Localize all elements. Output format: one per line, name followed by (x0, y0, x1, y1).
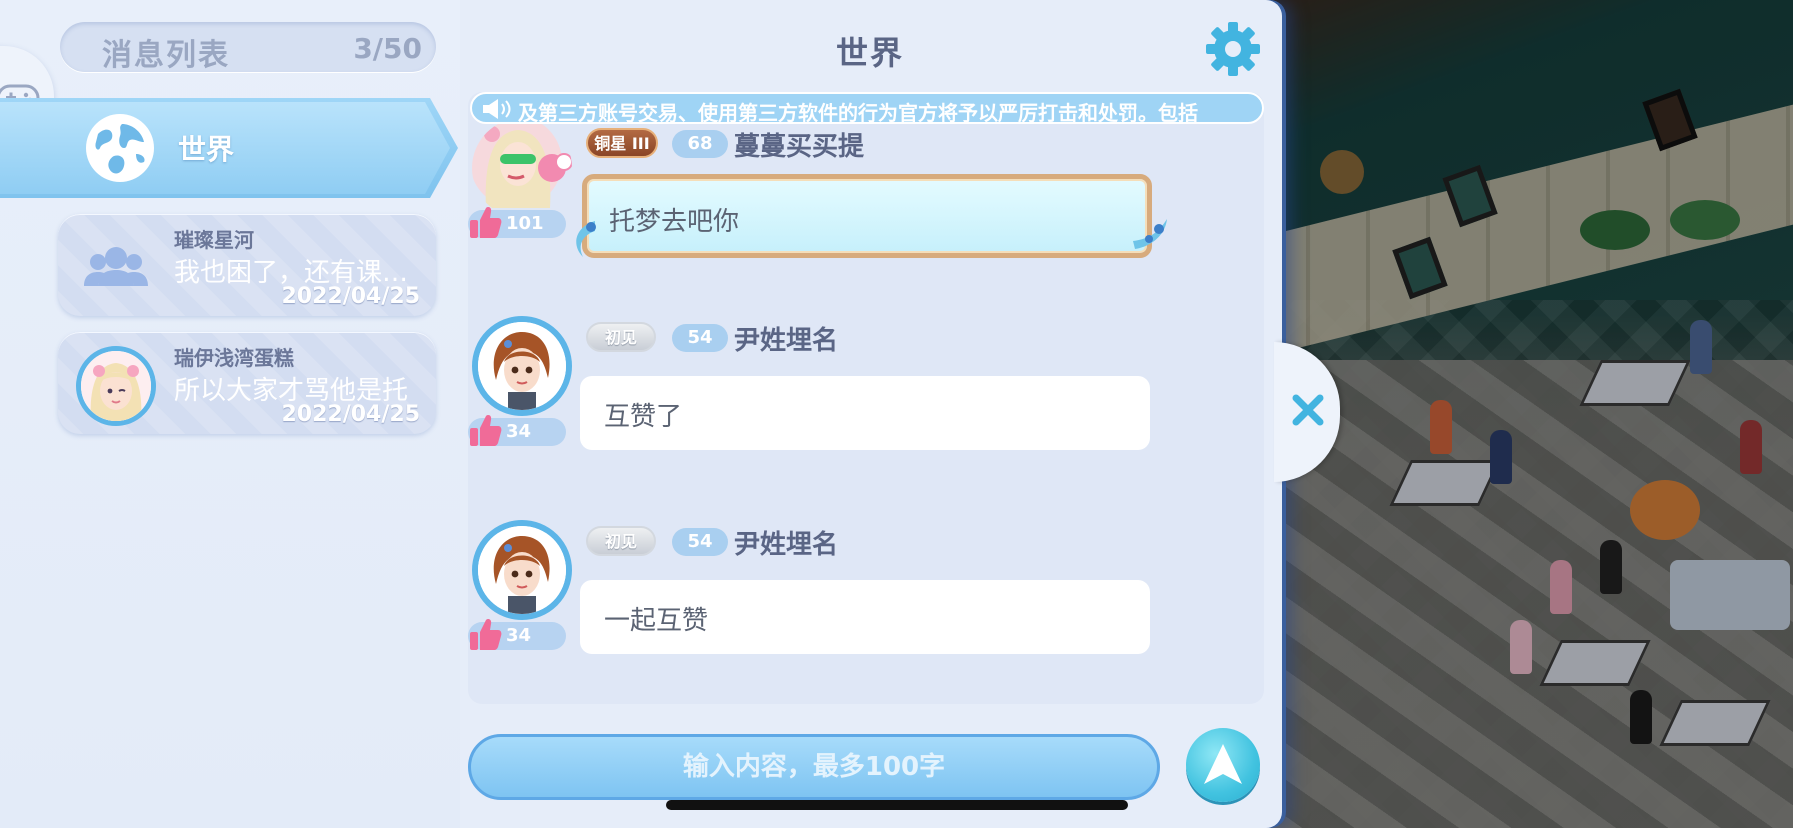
thumbs-up-icon (470, 415, 502, 446)
peacock-feather-decoration-icon (576, 221, 596, 257)
conversation-sidebar: 消息列表 3/50 世界 璀璨星河 我也困了，还有课… 2022/04/25 瑞… (0, 0, 460, 828)
message-bubble[interactable]: 一起互赞 (580, 580, 1150, 654)
level-badge: 68 (672, 130, 728, 158)
thumbs-up-icon (470, 619, 502, 650)
conversation-date: 2022/04/25 (281, 402, 420, 427)
like-counter[interactable]: 34 (468, 619, 566, 650)
message-bubble[interactable]: 托梦去吧你 (576, 174, 1167, 258)
sender-name[interactable]: 蔓蔓买买提 (734, 126, 864, 163)
send-button[interactable] (1186, 728, 1260, 802)
level-badge: 54 (672, 324, 728, 352)
girl-avatar-icon (81, 351, 151, 421)
message-list-count: 3/50 (353, 32, 422, 65)
message-text: 互赞了 (604, 402, 683, 432)
message-list-header: 消息列表 3/50 (60, 22, 436, 73)
sender-avatar[interactable] (472, 316, 572, 416)
send-arrow-icon (1204, 744, 1242, 784)
message-list-title: 消息列表 (102, 38, 230, 73)
rank-badge: 铜星 III (586, 128, 658, 158)
like-count: 34 (506, 625, 532, 646)
thumbs-up-icon (470, 207, 502, 238)
conversation-name: 璀璨星河 (174, 228, 254, 252)
chat-message: 铜星 III 68 蔓蔓买买提 101 托梦去吧你 (468, 118, 1190, 288)
conversation-item[interactable]: 璀璨星河 我也困了，还有课… 2022/04/25 (58, 214, 436, 316)
speaker-icon (483, 99, 511, 119)
chat-input[interactable] (471, 737, 1157, 797)
like-counter[interactable]: 101 (468, 207, 566, 238)
brunette-avatar-icon (478, 322, 566, 410)
tab-world[interactable]: 世界 (0, 98, 458, 198)
peacock-feather-decoration-icon (1133, 219, 1167, 249)
chat-title: 世界 (836, 34, 905, 72)
message-text: 托梦去吧你 (609, 207, 740, 237)
message-text: 一起互赞 (604, 606, 709, 636)
chat-panel: 消息列表 3/50 世界 璀璨星河 我也困了，还有课… 2022/04/25 瑞… (0, 0, 1282, 828)
rank-badge: 初见 (586, 322, 656, 352)
tab-world-label: 世界 (178, 133, 235, 166)
chat-input-box[interactable] (468, 734, 1160, 800)
close-icon (1292, 394, 1324, 426)
settings-button[interactable] (1204, 20, 1262, 78)
home-indicator[interactable] (666, 800, 1128, 810)
conversation-name: 瑞伊浅湾蛋糕 (174, 346, 294, 370)
like-counter[interactable]: 34 (468, 415, 566, 446)
message-bubble[interactable]: 互赞了 (580, 376, 1150, 450)
gear-icon (1206, 22, 1260, 76)
sender-avatar[interactable] (472, 118, 572, 218)
like-count: 34 (506, 421, 532, 442)
sender-avatar[interactable] (472, 520, 572, 620)
rank-badge: 初见 (586, 526, 656, 556)
announcement-bar: 及第三方账号交易、使用第三方软件的行为官方将予以严厉打击和处罚。包括 (470, 92, 1264, 124)
group-icon (84, 247, 148, 286)
chat-message: 初见 54 尹姓埋名 34 一起互赞 (468, 520, 1190, 690)
user-avatar (76, 346, 156, 426)
level-badge: 54 (672, 528, 728, 556)
announcement-text: 及第三方账号交易、使用第三方软件的行为官方将予以严厉打击和处罚。包括 (518, 101, 1198, 124)
group-avatar (76, 228, 156, 308)
chat-message: 初见 54 尹姓埋名 34 互赞了 (468, 316, 1190, 486)
like-count: 101 (506, 213, 544, 234)
conversation-item[interactable]: 瑞伊浅湾蛋糕 所以大家才骂他是托 2022/04/25 (58, 332, 436, 434)
sender-name[interactable]: 尹姓埋名 (734, 320, 838, 357)
globe-icon (86, 114, 154, 182)
sender-name[interactable]: 尹姓埋名 (734, 524, 838, 561)
brunette-avatar-icon (478, 526, 566, 614)
blonde-sunglasses-avatar-icon (472, 118, 572, 208)
conversation-date: 2022/04/25 (281, 284, 420, 309)
